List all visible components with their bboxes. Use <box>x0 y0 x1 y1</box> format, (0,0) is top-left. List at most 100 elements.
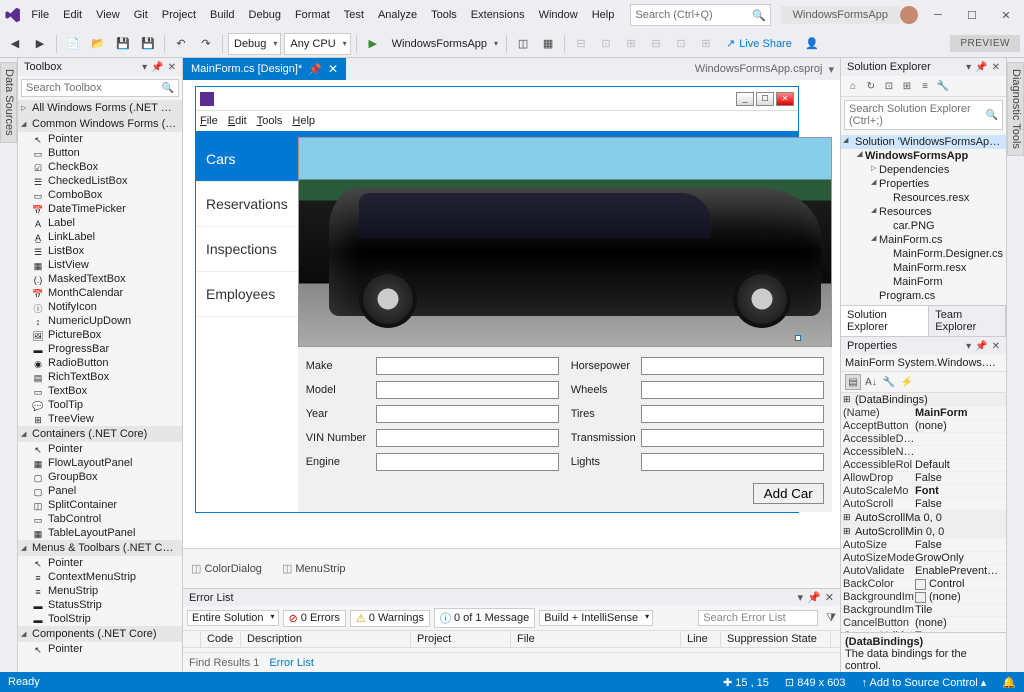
solution-item[interactable]: ▷Dependencies <box>841 163 1006 177</box>
align-btn[interactable]: ⊟ <box>570 33 592 55</box>
solution-item[interactable]: ◢Resources <box>841 205 1006 219</box>
close-panel-icon[interactable]: ✕ <box>825 591 834 604</box>
menu-extensions[interactable]: Extensions <box>465 5 531 25</box>
menu-analyze[interactable]: Analyze <box>372 5 423 25</box>
toolbox-item-panel[interactable]: ▢Panel <box>18 484 182 498</box>
prop-category[interactable]: (DataBindings) <box>841 393 1006 407</box>
open-button[interactable]: 📂 <box>87 33 109 55</box>
maximize-button[interactable]: ☐ <box>958 4 986 26</box>
menu-edit[interactable]: Edit <box>57 5 88 25</box>
prop-row[interactable]: (Name)MainForm <box>841 407 1006 420</box>
toolbox-item-linklabel[interactable]: A̲LinkLabel <box>18 230 182 244</box>
bottom-tab[interactable]: Error List <box>269 657 314 669</box>
notifications-icon[interactable]: 🔔 <box>1002 676 1016 689</box>
start-target-combo[interactable]: WindowsFormsApp <box>387 33 501 55</box>
build-combo[interactable]: Build + IntelliSense <box>539 610 653 626</box>
prop-row[interactable]: AutoSizeModeGrowOnly <box>841 552 1006 565</box>
error-col[interactable]: Suppression State <box>721 631 831 647</box>
sidebar-tab-inspections[interactable]: Inspections <box>196 227 298 272</box>
dropdown-icon[interactable]: ▾ <box>966 341 971 352</box>
toolbox-item-datetimepicker[interactable]: 📅DateTimePicker <box>18 202 182 216</box>
menu-project[interactable]: Project <box>156 5 202 25</box>
props-icon[interactable]: 🔧 <box>881 374 897 390</box>
solution-item[interactable]: MainForm.Designer.cs <box>841 247 1006 261</box>
bottom-tab[interactable]: Find Results 1 <box>189 657 259 669</box>
year-input[interactable] <box>376 405 559 423</box>
error-col[interactable]: Description <box>241 631 411 647</box>
toolbox-item-groupbox[interactable]: ▢GroupBox <box>18 470 182 484</box>
redo-button[interactable]: ↷ <box>195 33 217 55</box>
feedback-icon[interactable]: 👤 <box>801 33 823 55</box>
new-project-button[interactable]: 📄 <box>62 33 84 55</box>
toolbox-item-menustrip[interactable]: ≡MenuStrip <box>18 584 182 598</box>
properties-object[interactable]: MainForm System.Windows.Forms.F… <box>841 355 1006 372</box>
align-btn[interactable]: ⊡ <box>670 33 692 55</box>
error-col[interactable]: File <box>511 631 681 647</box>
dropdown-icon[interactable]: ▾ <box>966 62 971 73</box>
tray-menustrip[interactable]: MenuStrip <box>282 562 346 575</box>
prop-row[interactable]: AccessibleNam <box>841 446 1006 459</box>
warnings-filter[interactable]: ⚠0 Warnings <box>350 610 430 627</box>
solution-item[interactable]: MainForm.resx <box>841 261 1006 275</box>
solution-search-input[interactable]: Search Solution Explorer (Ctrl+;) 🔍 <box>844 100 1003 130</box>
tool-btn[interactable]: ▦ <box>537 33 559 55</box>
engine-input[interactable] <box>376 453 559 471</box>
toolbox-group[interactable]: All Windows Forms (.NET Core) <box>18 100 182 116</box>
menu-tools[interactable]: Tools <box>425 5 463 25</box>
sidebar-tab-reservations[interactable]: Reservations <box>196 182 298 227</box>
toolbox-item-contextmenustrip[interactable]: ≡ContextMenuStrip <box>18 570 182 584</box>
tab-data-sources[interactable]: Data Sources <box>0 62 17 143</box>
solution-tab[interactable]: Team Explorer <box>929 306 1006 336</box>
prop-row[interactable]: AutoScaleMoFont <box>841 485 1006 498</box>
live-share-button[interactable]: ↗ Live Share <box>720 37 798 50</box>
menu-test[interactable]: Test <box>338 5 370 25</box>
close-button[interactable]: ✕ <box>992 4 1020 26</box>
toolbox-item-splitcontainer[interactable]: ◫SplitContainer <box>18 498 182 512</box>
tires-input[interactable] <box>641 405 824 423</box>
toolbox-item-checkbox[interactable]: ☑CheckBox <box>18 160 182 174</box>
designed-form-window[interactable]: _ ☐ ✕ FileEditToolsHelp CarsReservations… <box>195 86 799 513</box>
resize-handle-e[interactable] <box>795 335 801 341</box>
toolbox-group[interactable]: Containers (.NET Core) <box>18 426 182 442</box>
prop-row[interactable]: AccessibleRolDefault <box>841 459 1006 472</box>
model-input[interactable] <box>376 381 559 399</box>
doc-dropdown-icon[interactable]: ▾ <box>828 63 834 76</box>
toolbox-item-tabcontrol[interactable]: ▭TabControl <box>18 512 182 526</box>
nav-fwd-button[interactable]: ▶ <box>29 33 51 55</box>
home-icon[interactable]: ⌂ <box>845 78 861 94</box>
prop-row[interactable]: CancelButton(none) <box>841 617 1006 630</box>
global-search-input[interactable]: Search (Ctrl+Q) 🔍 <box>630 4 770 26</box>
prop-row[interactable]: BackgroundIm(none) <box>841 591 1006 604</box>
tool-icon[interactable]: ≡ <box>917 78 933 94</box>
wheels-input[interactable] <box>641 381 824 399</box>
toolbox-item-pointer[interactable]: ↖Pointer <box>18 556 182 570</box>
prop-row[interactable]: AccessibleDes <box>841 433 1006 446</box>
tray-colordialog[interactable]: ColorDialog <box>191 562 262 575</box>
prop-row[interactable]: BackgroundImTile <box>841 604 1006 617</box>
menu-file[interactable]: File <box>25 5 55 25</box>
undo-button[interactable]: ↶ <box>170 33 192 55</box>
lights-input[interactable] <box>641 453 824 471</box>
error-col[interactable]: Project <box>411 631 511 647</box>
menu-git[interactable]: Git <box>128 5 154 25</box>
menu-view[interactable]: View <box>90 5 126 25</box>
toolbox-item-combobox[interactable]: ▭ComboBox <box>18 188 182 202</box>
toolbox-item-picturebox[interactable]: 🖼PictureBox <box>18 328 182 342</box>
nav-back-button[interactable]: ◀ <box>4 33 26 55</box>
events-icon[interactable]: ⚡ <box>899 374 915 390</box>
close-tab-icon[interactable]: ✕ <box>328 62 338 76</box>
solution-item[interactable]: ◢Solution 'WindowsFormsApp' (1 <box>841 135 1006 149</box>
horsepower-input[interactable] <box>641 357 824 375</box>
error-col[interactable] <box>183 631 201 647</box>
toolbox-item-richtextbox[interactable]: ▤RichTextBox <box>18 370 182 384</box>
pin-icon[interactable]: 📌 <box>308 63 322 76</box>
sidebar-tab-cars[interactable]: Cars <box>196 137 298 182</box>
align-btn[interactable]: ⊟ <box>645 33 667 55</box>
close-panel-icon[interactable]: ✕ <box>992 341 1000 352</box>
toolbox-item-treeview[interactable]: ⊞TreeView <box>18 412 182 426</box>
toolbox-item-label[interactable]: ALabel <box>18 216 182 230</box>
toolbox-item-maskedtextbox[interactable]: (.)MaskedTextBox <box>18 272 182 286</box>
menu-debug[interactable]: Debug <box>243 5 287 25</box>
user-avatar[interactable] <box>900 6 918 24</box>
solution-tab[interactable]: Solution Explorer <box>841 306 929 336</box>
